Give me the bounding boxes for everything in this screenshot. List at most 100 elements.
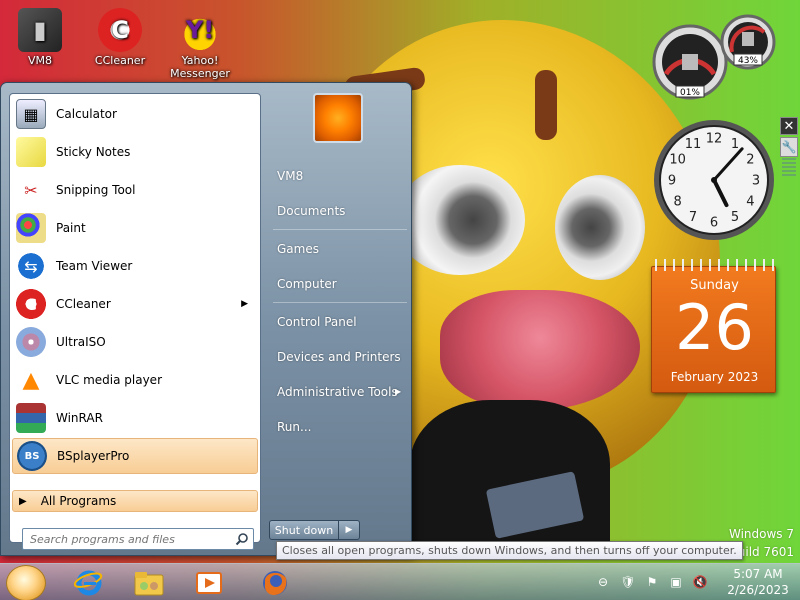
place-administrative-tools[interactable]: Administrative Tools ▶ [277, 385, 402, 399]
clock-numeral: 4 [746, 195, 754, 210]
sticky-notes-icon [16, 137, 46, 167]
teamviewer-icon: ⇆ [16, 251, 46, 281]
place-run[interactable]: Run... [277, 420, 311, 434]
program-vlc[interactable]: ▲ VLC media player [12, 362, 258, 398]
clock-numeral: 10 [669, 153, 686, 168]
gadget-close-button[interactable]: ✕ [780, 117, 798, 135]
winrar-icon [16, 403, 46, 433]
tray-volume-muted-icon[interactable]: 🔇 [692, 574, 708, 590]
program-label: Snipping Tool [56, 183, 136, 197]
calendar-rings [652, 259, 777, 271]
calendar-gadget[interactable]: Sunday 26 February 2023 [651, 259, 777, 393]
tray-minus-icon[interactable]: ⊖ [595, 574, 611, 590]
shutdown-tooltip: Closes all open programs, shuts down Win… [276, 541, 743, 560]
program-label: CCleaner [56, 297, 111, 311]
program-label: BSplayerPro [57, 449, 130, 463]
menu-separator [273, 229, 407, 230]
taskbar-windows-explorer[interactable] [130, 567, 168, 599]
calendar-month-year: February 2023 [670, 370, 759, 384]
arrow-right-icon: ▶ [19, 495, 27, 507]
program-snipping-tool[interactable]: ✂ Snipping Tool [12, 172, 258, 208]
cpu-percent: 01% [680, 88, 700, 98]
shutdown-button[interactable]: Shut down [269, 520, 339, 540]
clock-numeral: 7 [689, 210, 697, 225]
yahoo-messenger-icon: Y! [178, 8, 222, 52]
clock-numeral: 5 [731, 210, 739, 225]
taskbar-internet-explorer[interactable] [70, 567, 108, 599]
gadget-options-icon[interactable]: 🔧 [780, 137, 798, 157]
start-menu-right-pane: VM8 Documents Games Computer Control Pan… [263, 83, 411, 553]
clock-numeral: 11 [685, 137, 702, 152]
clock-numeral: 6 [710, 216, 718, 231]
windows-explorer-icon [134, 572, 164, 596]
program-label: Team Viewer [56, 259, 133, 273]
program-label: WinRAR [56, 411, 103, 425]
program-paint[interactable]: Paint [12, 210, 258, 246]
program-team-viewer[interactable]: ⇆ Team Viewer [12, 248, 258, 284]
bsplayer-icon: BS [17, 441, 47, 471]
place-control-panel[interactable]: Control Panel [277, 315, 357, 329]
start-menu: ▦ Calculator Sticky Notes ✂ Snipping Too… [0, 82, 412, 556]
program-ultraiso[interactable]: UltraISO [12, 324, 258, 360]
program-sticky-notes[interactable]: Sticky Notes [12, 134, 258, 170]
place-vm8[interactable]: VM8 [277, 169, 303, 183]
program-label: VLC media player [56, 373, 163, 387]
program-label: UltraISO [56, 335, 106, 349]
tray-network-icon[interactable]: ▣ [668, 574, 684, 590]
cpu-icon [682, 54, 698, 70]
clock-gadget[interactable]: 1234567891011 12 [652, 118, 777, 243]
media-player-icon [196, 572, 222, 594]
windows-version-watermark: Windows 7 [728, 527, 794, 541]
program-label: Sticky Notes [56, 145, 131, 159]
start-button[interactable] [6, 565, 46, 600]
ram-percent: 43% [738, 56, 758, 66]
submenu-arrow-icon: ▶ [241, 299, 248, 309]
program-label: Paint [56, 221, 86, 235]
clock-numeral: 3 [752, 174, 760, 189]
place-devices-and-printers[interactable]: Devices and Printers [277, 350, 401, 364]
tray-action-center-flag-icon[interactable]: ⚑ [644, 574, 660, 590]
desktop-icon-label: Yahoo! Messenger [170, 54, 230, 80]
program-label: Calculator [56, 107, 117, 121]
place-computer[interactable]: Computer [277, 277, 337, 291]
shutdown-options-arrow[interactable]: ▶ [339, 520, 360, 540]
taskbar-clock-time[interactable]: 5:07 AM [728, 567, 788, 581]
submenu-arrow-icon: ▶ [395, 387, 402, 396]
all-programs-button[interactable]: ▶ All Programs [12, 490, 258, 512]
vlc-cone-icon: ▲ [22, 367, 40, 393]
taskbar-clock-date[interactable]: 2/26/2023 [722, 583, 794, 597]
scissors-icon: ✂ [24, 180, 38, 200]
internet-explorer-icon [74, 570, 103, 596]
cpu-meter-gadget[interactable]: 01% 43% [648, 10, 776, 100]
gadget-drag-handle[interactable] [782, 158, 796, 176]
clock-numeral: 1 [731, 137, 739, 152]
clock-numeral: 2 [746, 153, 754, 168]
desktop-icon-label: CCleaner [94, 54, 146, 67]
program-winrar[interactable]: WinRAR [12, 400, 258, 436]
disc-icon [16, 327, 46, 357]
place-games[interactable]: Games [277, 242, 319, 256]
desktop-icon-yahoo-messenger[interactable]: Y! Yahoo! Messenger [165, 8, 235, 80]
program-calculator[interactable]: ▦ Calculator [12, 96, 258, 132]
search-icon[interactable] [235, 532, 249, 546]
search-input[interactable] [30, 532, 220, 546]
taskbar-firefox[interactable] [256, 567, 294, 599]
paint-icon [16, 213, 46, 243]
all-programs-label: All Programs [40, 494, 117, 508]
clock-numeral: 8 [673, 195, 681, 210]
clock-numeral: 12 [706, 132, 723, 147]
taskbar: ⊖ 🛡 ⚑ ▣ 🔇 5:07 AM 2/26/2023 [0, 563, 800, 600]
memory-icon [742, 32, 754, 46]
tray-security-icon[interactable]: 🛡 [620, 574, 636, 590]
desktop-icon-label: VM8 [27, 54, 52, 67]
start-search-box[interactable] [22, 528, 254, 550]
taskbar-media-player[interactable] [190, 567, 228, 599]
user-account-picture[interactable] [313, 93, 363, 143]
program-ccleaner[interactable]: C CCleaner ▶ [12, 286, 258, 322]
desktop-icon-ccleaner[interactable]: C CCleaner [85, 8, 155, 67]
program-bsplayerpro[interactable]: BS BSplayerPro [12, 438, 258, 474]
desktop-icon-vm8[interactable]: ▮ VM8 [5, 8, 75, 67]
clock-numeral: 9 [668, 174, 676, 189]
place-documents[interactable]: Documents [277, 204, 345, 218]
vm8-icon: ▮ [18, 8, 62, 52]
